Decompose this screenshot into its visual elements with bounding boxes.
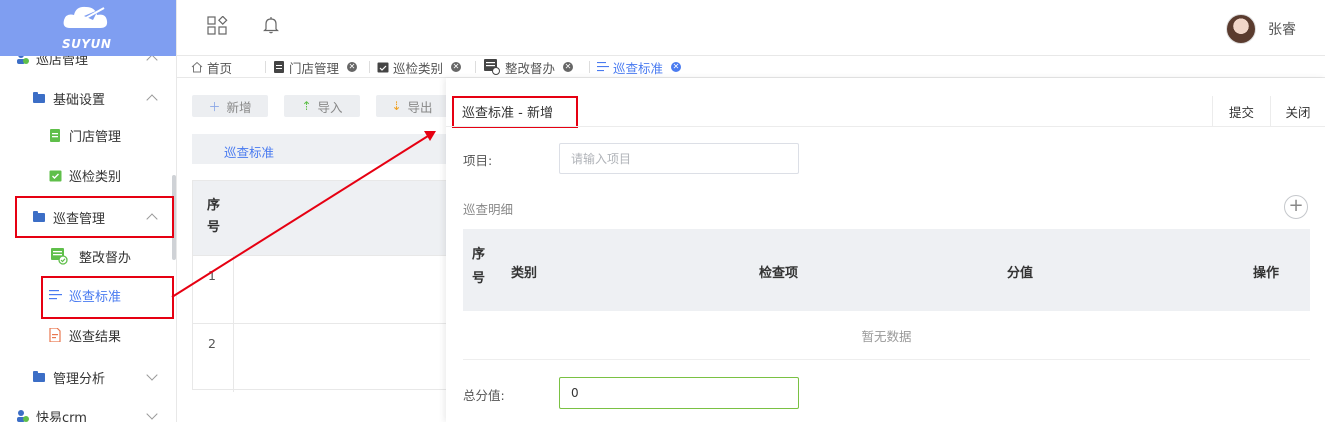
sidebar-item-management-analysis[interactable]: 管理分析 [0,359,176,395]
close-icon[interactable]: ✕ [563,62,574,72]
column-header-action: 操作 [1253,266,1280,281]
sidebar-item-store-management[interactable]: 门店管理 [0,117,176,153]
close-icon[interactable]: ✕ [451,62,462,72]
sidebar-item-patrol-result[interactable]: 巡查结果 [0,317,176,353]
logo-text: SUYUN [62,37,112,51]
tab-store-management[interactable]: 门店管理 ✕ [265,56,358,78]
avatar[interactable] [1226,14,1256,44]
calendar-check-icon [48,168,62,182]
tab-label: 巡检类别 [393,60,444,76]
row-number: 1 [208,268,216,283]
sidebar-item-crm[interactable]: 快易crm [0,398,176,422]
column-header-category: 类别 [511,266,538,281]
clipboard-check-icon [50,247,68,265]
empty-state: 暂无数据 [463,311,1310,360]
project-label: 项目: [463,153,493,168]
standards-table: 序号 1 2 [192,180,448,392]
tab-rectification[interactable]: 整改督办 ✕ [475,56,574,78]
logo: SUYUN [0,0,176,56]
add-button[interactable]: ＋ 新增 [192,95,268,117]
sidebar-item-label: 巡查管理 [53,211,106,227]
tab-patrol-standard[interactable]: 巡查标准 ✕ [589,56,682,78]
sidebar-item-label: 基础设置 [53,92,106,108]
project-input[interactable] [559,143,799,174]
download-icon: ⇣ [391,99,402,113]
sidebar-item-patrol-standard[interactable]: 巡查标准 [0,277,176,313]
tab-label: 首页 [207,60,233,76]
sidebar-item-label: 巡查结果 [69,329,122,345]
panel-title: 巡查标准 - 新增 [462,106,553,121]
sidebar-item-inspection-category[interactable]: 巡检类别 [0,157,176,193]
tab-inspection-category[interactable]: 巡检类别 ✕ [369,56,462,78]
chevron-up-icon [146,213,158,225]
document-icon [273,61,285,73]
chevron-down-icon [146,408,158,420]
apps-grid-icon[interactable] [207,15,229,40]
breadcrumb-item[interactable]: 巡查标准 [224,142,274,161]
import-button[interactable]: ⇡ 导入 [284,95,360,117]
close-button[interactable]: 关闭 [1270,96,1325,126]
folder-icon [32,210,46,224]
sidebar-item-label: 巡检类别 [69,169,122,185]
submit-button[interactable]: 提交 [1212,96,1270,126]
import-button-label: 导入 [317,99,343,115]
export-button-label: 导出 [407,99,433,115]
tab-label: 整改督办 [505,60,556,76]
add-button-label: 新增 [226,99,252,115]
sidebar-scrollbar[interactable] [172,175,176,260]
tab-label: 巡查标准 [613,60,664,76]
table-header: 序号 [193,181,447,255]
table-header: 序号 类别 检查项 分值 操作 [463,229,1310,311]
breadcrumb: 巡查标准 [192,134,448,164]
detail-table: 序号 类别 检查项 分值 操作 暂无数据 [463,229,1310,360]
column-header-seq: 序号 [472,247,486,286]
plus-icon: ＋ [208,99,221,114]
column-header-seq: 序号 [207,198,221,235]
column-header-score: 分值 [1007,266,1034,281]
chevron-down-icon [146,369,158,381]
chevron-up-icon [146,54,158,66]
total-score-label: 总分值: [463,388,505,403]
close-icon[interactable]: ✕ [671,62,682,72]
add-detail-button[interactable]: + [1284,195,1308,219]
sidebar-item-label: 整改督办 [79,250,132,266]
top-header: 张睿 [177,0,1325,56]
table-row[interactable]: 1 [193,255,447,324]
close-icon[interactable]: ✕ [347,62,358,72]
home-icon [191,61,203,73]
list-icon [48,288,62,302]
chevron-up-icon [146,94,158,106]
folder-icon [32,370,46,384]
report-icon [48,328,62,342]
total-score-input[interactable] [559,377,799,409]
tab-label: 门店管理 [289,60,340,76]
tab-bar: 首页 门店管理 ✕ 巡检类别 ✕ 整改督办 ✕ 巡查标准 ✕ [177,56,1325,78]
sidebar-item-label: 巡查标准 [69,289,122,305]
folder-icon [32,91,46,105]
sidebar-item-rectification[interactable]: 整改督办 [0,238,176,274]
detail-section-label: 巡查明细 [463,202,514,217]
sidebar-item-label: 门店管理 [69,129,122,145]
sidebar-item-basic-settings[interactable]: 基础设置 [0,80,176,116]
table-row[interactable]: 2 [193,323,447,392]
sidebar-item-label: 快易crm [36,410,87,422]
row-number: 2 [208,336,216,351]
export-button[interactable]: ⇣ 导出 [376,95,448,117]
sidebar: 巡店管理 SUYUN 基础设置 门店管理 巡检类别 巡查管理 整改督办 巡查标准… [0,0,177,422]
cloud-logo-icon [63,6,108,28]
document-icon [48,128,62,142]
username[interactable]: 张睿 [1268,19,1296,39]
sidebar-item-label: 管理分析 [53,371,106,387]
calendar-check-icon [377,61,389,73]
clipboard-check-icon [483,59,501,75]
user-group-icon [16,409,30,422]
list-icon [597,61,609,73]
tab-home[interactable]: 首页 [191,56,232,78]
sidebar-item-patrol-management[interactable]: 巡查管理 [0,199,176,235]
upload-icon: ⇡ [301,99,312,113]
bell-icon[interactable] [263,16,279,38]
column-header-check-item: 检查项 [759,266,799,281]
panel-divider [446,126,1325,127]
